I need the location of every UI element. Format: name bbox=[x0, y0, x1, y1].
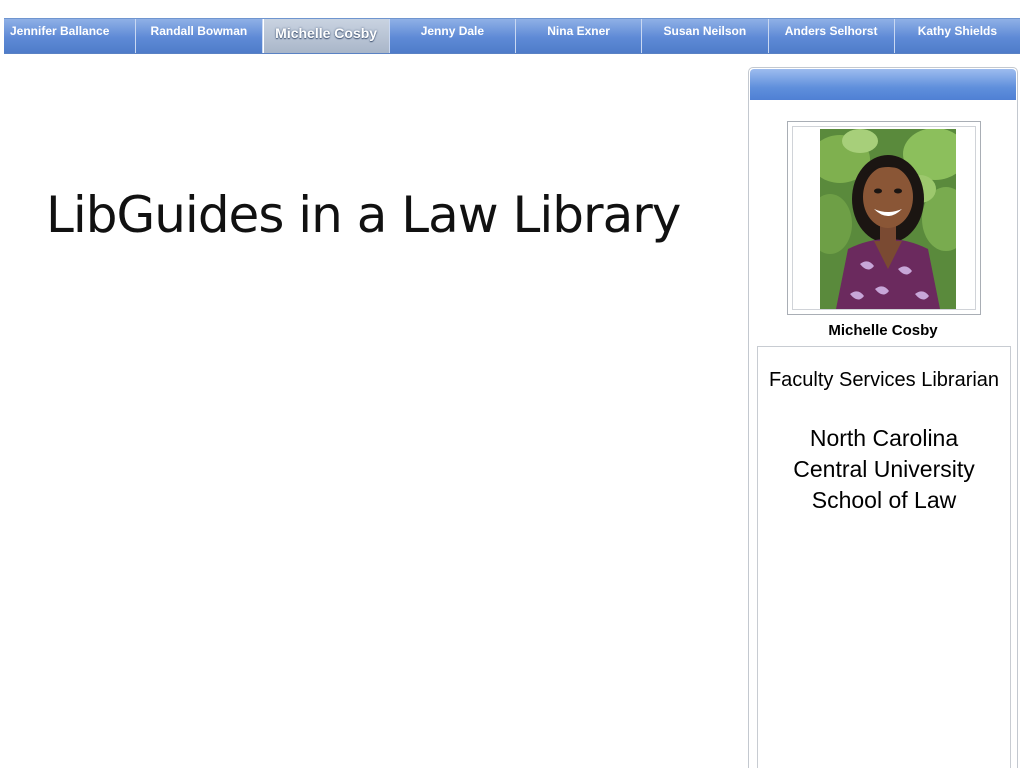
profile-photo-border bbox=[792, 126, 976, 310]
tab-randall-bowman[interactable]: Randall Bowman bbox=[136, 19, 263, 53]
profile-school: North Carolina Central University School… bbox=[793, 425, 975, 513]
tab-anders-selhorst[interactable]: Anders Selhorst bbox=[769, 19, 895, 53]
tab-susan-neilson[interactable]: Susan Neilson bbox=[642, 19, 769, 53]
tab-jennifer-ballance[interactable]: Jennifer Ballance bbox=[4, 19, 137, 53]
profile-role: Faculty Services Librarian bbox=[768, 369, 1000, 391]
tab-michelle-cosby[interactable]: Michelle Cosby bbox=[262, 19, 390, 53]
slide-title: LibGuides in a Law Library bbox=[46, 186, 681, 244]
profile-info-box: Faculty Services Librarian North Carolin… bbox=[757, 346, 1011, 768]
profile-photo bbox=[820, 129, 956, 309]
tab-nina-exner[interactable]: Nina Exner bbox=[516, 19, 643, 53]
profile-tab-bar: Jennifer Ballance Randall Bowman Michell… bbox=[4, 18, 1020, 54]
profile-photo-image bbox=[820, 129, 956, 309]
profile-panel-header bbox=[750, 69, 1016, 100]
profile-name: Michelle Cosby bbox=[828, 322, 938, 339]
profile-panel: Michelle Cosby Faculty Services Libraria… bbox=[748, 67, 1018, 768]
profile-photo-frame bbox=[787, 121, 981, 315]
slide-page: Jennifer Ballance Randall Bowman Michell… bbox=[0, 0, 1024, 768]
tab-kathy-shields[interactable]: Kathy Shields bbox=[895, 19, 1020, 53]
tab-jenny-dale[interactable]: Jenny Dale bbox=[390, 19, 516, 53]
